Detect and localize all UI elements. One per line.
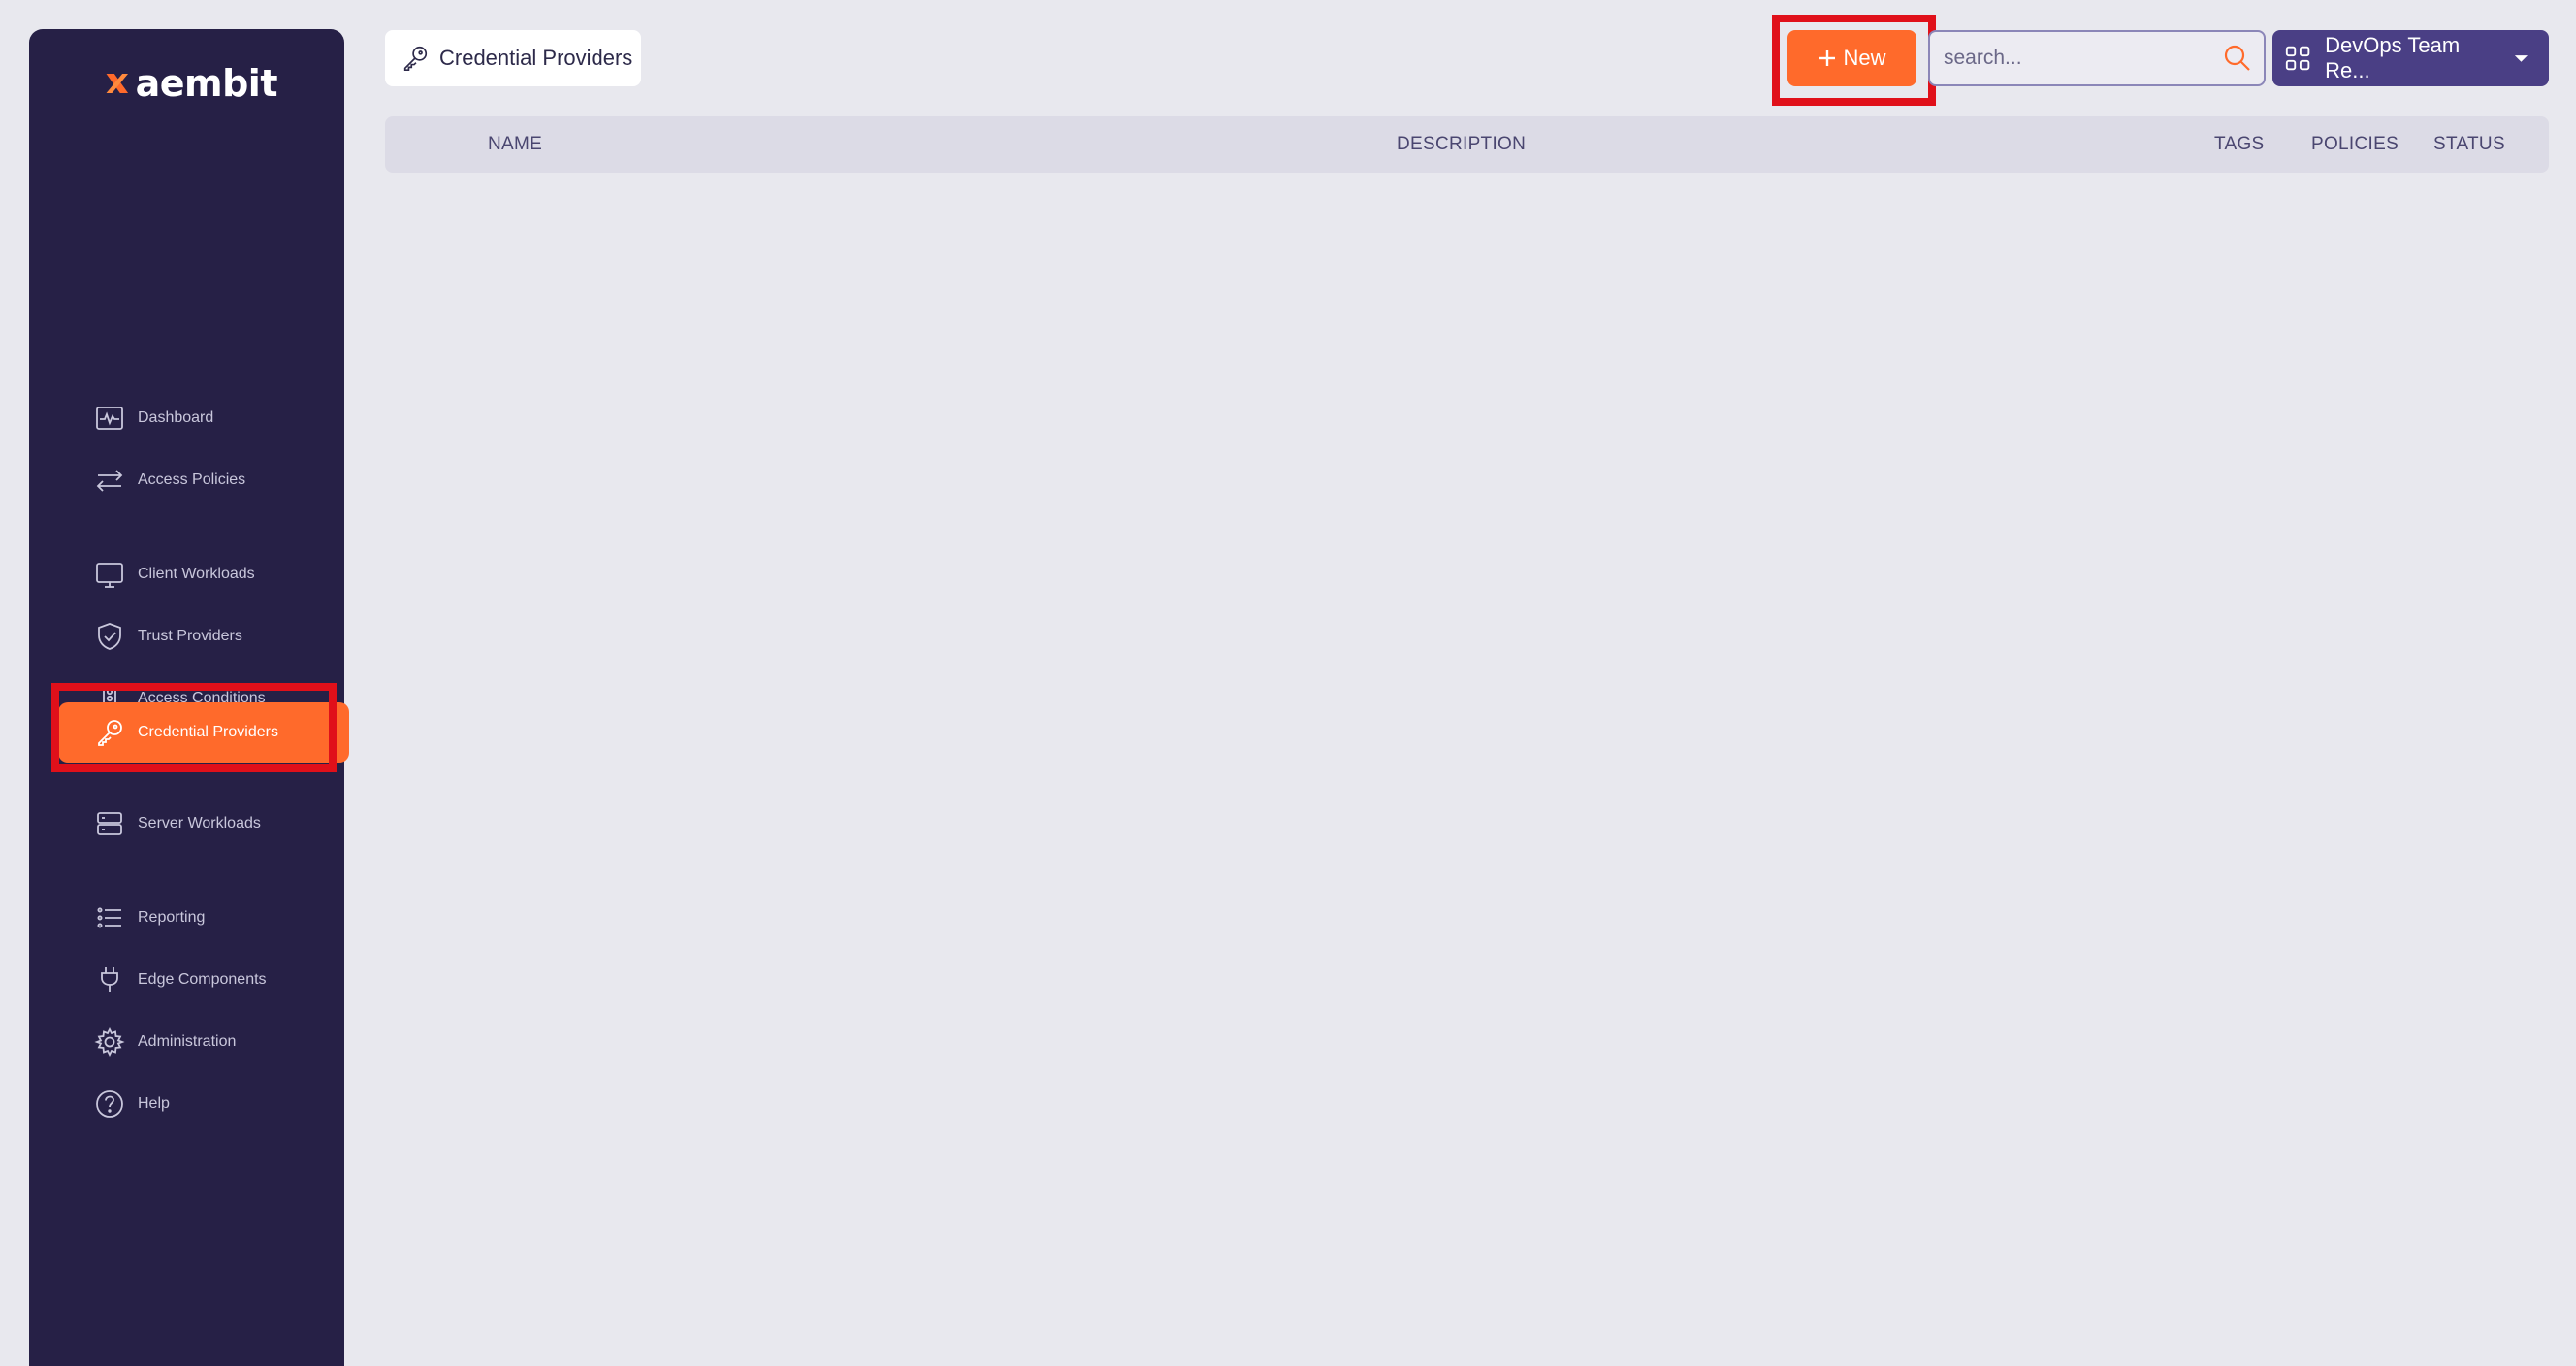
monitor-icon [93, 558, 126, 591]
sidebar-item-label: Administration [138, 1033, 237, 1050]
sidebar-item-label: Edge Components [138, 971, 267, 988]
key-icon [93, 716, 126, 749]
new-button[interactable]: New [1787, 30, 1916, 86]
sidebar-item-access-policies[interactable]: Access Policies [58, 450, 351, 510]
sidebar-item-trust-providers[interactable]: Trust Providers [58, 606, 351, 667]
search-input[interactable] [1930, 32, 2221, 84]
plus-icon [1819, 50, 1836, 66]
column-header-name[interactable]: NAME [488, 116, 542, 173]
sidebar-item-dashboard[interactable]: Dashboard [58, 388, 351, 448]
sidebar: aembit Dashboard Access Policies Client … [29, 29, 349, 1366]
column-header-status[interactable]: STATUS [2433, 116, 2505, 173]
column-header-description[interactable]: DESCRIPTION [1397, 116, 1526, 173]
gear-icon [93, 1025, 126, 1058]
list-icon [93, 901, 126, 934]
key-icon [403, 46, 428, 72]
page-title-text: Credential Providers [439, 46, 633, 70]
sidebar-item-label: Help [138, 1095, 170, 1112]
sidebar-item-label: Trust Providers [138, 628, 242, 644]
search-box [1928, 30, 2266, 86]
page-title: Credential Providers [385, 30, 641, 86]
sidebar-item-credential-providers[interactable]: Credential Providers [58, 702, 349, 763]
arrows-exchange-icon [93, 464, 126, 497]
org-selector-label: DevOps Team Re... [2325, 33, 2461, 82]
sidebar-item-label: Dashboard [138, 409, 214, 426]
sidebar-item-server-workloads[interactable]: Server Workloads [58, 794, 351, 854]
server-icon [93, 807, 126, 840]
grid-icon [2285, 46, 2310, 71]
column-header-policies[interactable]: POLICIES [2311, 116, 2399, 173]
activity-icon [93, 402, 126, 435]
chevron-down-icon [2514, 55, 2528, 62]
sidebar-item-label: Access Policies [138, 472, 246, 488]
search-icon[interactable] [2221, 42, 2254, 75]
aembit-logo[interactable]: aembit [103, 56, 278, 111]
sidebar-item-help[interactable]: Help [58, 1074, 351, 1134]
sidebar-item-label: Reporting [138, 909, 206, 926]
sidebar-item-edge-components[interactable]: Edge Components [58, 950, 351, 1010]
sidebar-item-label: Credential Providers [138, 724, 278, 740]
plug-icon [93, 963, 126, 996]
help-circle-icon [93, 1088, 126, 1121]
sidebar-item-client-workloads[interactable]: Client Workloads [58, 544, 351, 604]
table-header: NAME DESCRIPTION TAGS POLICIES STATUS [385, 116, 2549, 173]
sidebar-item-administration[interactable]: Administration [58, 1012, 351, 1072]
column-header-tags[interactable]: TAGS [2214, 116, 2265, 173]
org-selector[interactable]: DevOps Team Re... [2272, 30, 2549, 86]
aembit-logo-icon [106, 73, 129, 94]
sidebar-item-label: Server Workloads [138, 815, 261, 831]
new-button-label: New [1843, 46, 1886, 70]
sidebar-item-label: Client Workloads [138, 566, 255, 582]
logo-text: aembit [135, 62, 278, 105]
sidebar-item-reporting[interactable]: Reporting [58, 888, 351, 948]
shield-check-icon [93, 620, 126, 653]
